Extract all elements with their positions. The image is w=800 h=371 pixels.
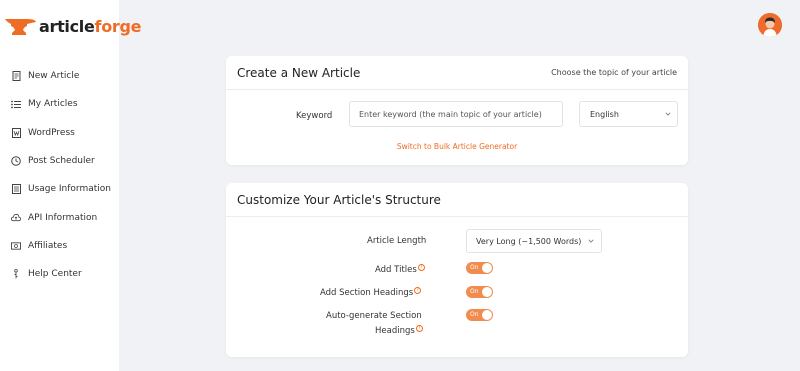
toggle-state: On (470, 288, 479, 295)
sidebar-item-help-center[interactable]: Help Center (0, 260, 119, 288)
toggle-state: On (470, 311, 479, 318)
add-titles-text: Add Titles (375, 264, 417, 275)
add-titles-toggle[interactable]: On (466, 262, 493, 274)
sidebar-item-label: Usage Information (28, 184, 111, 195)
sidebar-item-api-information[interactable]: API Information (0, 203, 119, 231)
chevron-down-icon (665, 112, 671, 116)
structure-header: Customize Your Article's Structure (226, 183, 688, 217)
wordpress-icon (11, 127, 21, 138)
auto-generate-headings-label-line2: Headings? (375, 325, 423, 336)
avatar[interactable] (758, 13, 782, 37)
auto-generate-headings-label-line1: Auto-generate Section (326, 311, 422, 321)
keyword-label: Keyword (296, 111, 333, 121)
article-length-label: Article Length (367, 236, 427, 246)
structure-card: Customize Your Article's Structure Artic… (226, 183, 688, 357)
sidebar-item-affiliates[interactable]: Affiliates (0, 232, 119, 260)
toggle-knob (482, 263, 492, 273)
add-titles-label: Add Titles? (375, 264, 425, 275)
anvil-icon (5, 19, 36, 35)
sidebar-item-my-articles[interactable]: My Articles (0, 90, 119, 118)
toggle-knob (482, 287, 492, 297)
sidebar-item-label: API Information (28, 212, 98, 223)
toggle-state: On (470, 264, 479, 271)
money-icon (11, 241, 21, 251)
toggle-knob (482, 310, 492, 320)
add-section-headings-text: Add Section Headings (320, 287, 414, 298)
add-section-headings-toggle[interactable]: On (466, 286, 493, 298)
sidebar-item-label: Affiliates (28, 240, 68, 251)
sidebar: articleforge New Article My Articles Wor… (0, 0, 142, 371)
sidebar-item-label: New Article (28, 71, 80, 82)
article-length-value: Very Long (~1,500 Words) (476, 236, 582, 246)
sidebar-item-label: Help Center (28, 269, 82, 280)
list-icon (11, 99, 21, 109)
card-title: Customize Your Article's Structure (237, 192, 441, 207)
brand-article: article (39, 16, 95, 36)
cloud-icon (11, 213, 21, 223)
document-icon (11, 71, 21, 82)
usage-icon (11, 184, 21, 195)
sidebar-item-label: Post Scheduler (28, 156, 95, 167)
add-section-headings-label: Add Section Headings? (320, 287, 422, 298)
card-title: Create a New Article (237, 65, 361, 80)
language-value: English (590, 109, 619, 119)
sidebar-item-label: WordPress (28, 127, 75, 138)
sidebar-nav: New Article My Articles WordPress Post S… (0, 62, 119, 288)
keyword-input[interactable] (349, 101, 563, 127)
help-icon[interactable]: ? (414, 287, 422, 294)
card-subtitle: Choose the topic of your article (551, 68, 677, 77)
brand-logo[interactable]: articleforge (5, 16, 142, 36)
sidebar-item-usage-information[interactable]: Usage Information (0, 175, 119, 203)
article-length-select[interactable]: Very Long (~1,500 Words) (466, 229, 602, 253)
create-article-card: Create a New Article Choose the topic of… (226, 56, 688, 165)
language-select[interactable]: English (579, 101, 678, 127)
clock-icon (11, 156, 21, 166)
help-icon[interactable]: ? (417, 264, 425, 271)
sidebar-item-post-scheduler[interactable]: Post Scheduler (0, 147, 119, 175)
brand-forge: forge (94, 16, 142, 36)
bulk-generator-link[interactable]: Switch to Bulk Article Generator (226, 142, 688, 151)
create-article-header: Create a New Article Choose the topic of… (226, 56, 688, 90)
sidebar-item-wordpress[interactable]: WordPress (0, 119, 119, 147)
auto-generate-headings-toggle[interactable]: On (466, 309, 493, 321)
help-icon (11, 269, 21, 279)
sidebar-item-label: My Articles (28, 99, 78, 110)
help-icon[interactable]: ? (415, 325, 423, 332)
chevron-down-icon (588, 239, 594, 243)
sidebar-item-new-article[interactable]: New Article (0, 62, 119, 90)
auto-generate-headings-text: Headings (375, 325, 415, 336)
